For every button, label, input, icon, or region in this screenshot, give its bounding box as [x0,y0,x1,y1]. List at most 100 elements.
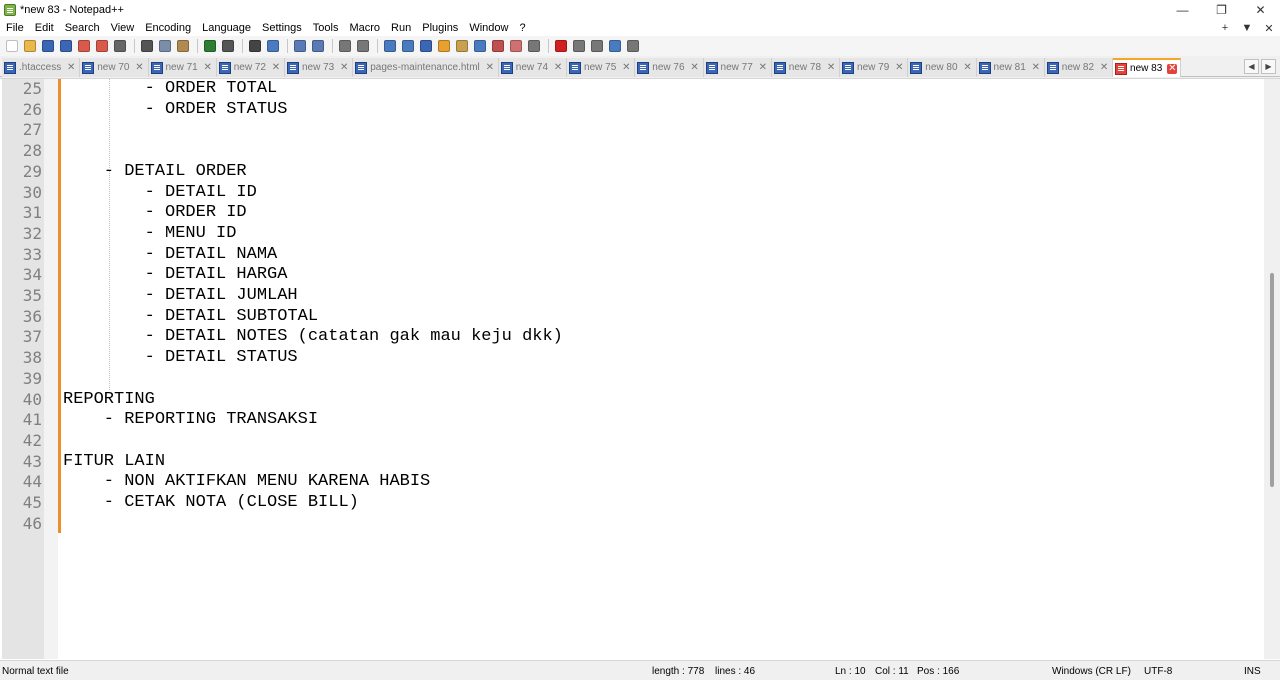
editor[interactable]: 25 - ORDER TOTAL 26 - ORDER STATUS 27 28 29 … [0,78,1280,660]
word-wrap-button[interactable] [382,38,398,54]
menu-file[interactable]: File [0,22,29,34]
indent-guide-button[interactable] [418,38,434,54]
editor-line[interactable]: 33 - DETAIL NAMA [23,245,1241,266]
editor-line[interactable]: 25 - ORDER TOTAL [23,79,1241,100]
tab-htaccess[interactable]: .htaccess ✕ [2,58,81,77]
tab-new-72[interactable]: new 72 ✕ [216,58,285,77]
tab-close-icon[interactable]: ✕ [135,62,145,73]
tab-close-icon[interactable]: ✕ [339,62,349,73]
tab-new-70[interactable]: new 70 ✕ [80,58,149,77]
tab-close-icon[interactable]: ✕ [826,62,836,73]
folder-workspace-button[interactable] [508,38,524,54]
tab-close-icon[interactable]: ✕ [1167,63,1178,74]
editor-line[interactable]: 34 - DETAIL HARGA [23,265,1241,286]
zoom-out-button[interactable] [310,38,326,54]
redo-button[interactable] [220,38,236,54]
editor-line[interactable]: 31 - ORDER ID [23,203,1241,224]
tab-new-77[interactable]: new 77 ✕ [703,58,772,77]
open-file-button[interactable] [22,38,38,54]
tab-new-71[interactable]: new 71 ✕ [148,58,217,77]
tab-new-81[interactable]: new 81 ✕ [976,58,1045,77]
tab-scroll-right-icon[interactable]: ▶ [1261,59,1276,74]
record-macro-button[interactable] [553,38,569,54]
find-button[interactable] [247,38,263,54]
menu-window[interactable]: Window [463,22,513,34]
tab-new-82[interactable]: new 82 ✕ [1044,58,1114,77]
editor-line[interactable]: 30 - DETAIL ID [23,183,1241,204]
menu-settings[interactable]: Settings [256,22,307,34]
tab-close-icon[interactable]: ✕ [485,62,495,73]
tab-new-73[interactable]: new 73 ✕ [285,58,354,77]
tab-close-icon[interactable]: ✕ [1031,62,1041,73]
editor-line[interactable]: 36 - DETAIL SUBTOTAL [23,307,1241,328]
editor-line[interactable]: 41 - REPORTING TRANSAKSI [23,410,1241,431]
menu-language[interactable]: Language [196,22,256,34]
function-list-button[interactable] [490,38,506,54]
menu-plugins[interactable]: Plugins [416,22,463,34]
close-button[interactable] [76,38,92,54]
editor-line[interactable]: 26 - ORDER STATUS [23,100,1241,121]
scrollbar-thumb[interactable] [1270,273,1274,487]
cut-button[interactable] [139,38,155,54]
menu-search[interactable]: Search [59,22,105,34]
print-button[interactable] [112,38,128,54]
play-macro-button[interactable] [589,38,605,54]
close-all-button[interactable] [94,38,110,54]
editor-line[interactable]: 29 - DETAIL ORDER [23,162,1241,183]
minimize-button[interactable]: — [1163,0,1202,20]
editor-line[interactable]: 44 - NON AKTIFKAN MENU KARENA HABIS [23,472,1241,493]
menu-tools[interactable]: Tools [307,22,344,34]
tab-new-76[interactable]: new 76 ✕ [635,58,704,77]
menu-macro[interactable]: Macro [343,22,385,34]
vertical-scrollbar[interactable] [1264,79,1280,659]
menu-run[interactable]: Run [385,22,416,34]
save-all-button[interactable] [58,38,74,54]
tab-close-icon[interactable]: ✕ [690,62,700,73]
menu-help[interactable]: ? [513,22,530,34]
tab-scroll-left-icon[interactable]: ◀ [1244,59,1259,74]
tab-new-83[interactable]: new 83 ✕ [1113,58,1182,77]
editor-line[interactable]: 40 REPORTING [23,390,1241,411]
editor-line[interactable]: 32 - MENU ID [23,224,1241,245]
replace-button[interactable] [265,38,281,54]
tab-close-icon[interactable]: ✕ [894,62,904,73]
tab-new-80[interactable]: new 80 ✕ [908,58,977,77]
monitoring-button[interactable] [526,38,542,54]
sync-horizontal-button[interactable] [355,38,371,54]
maximize-button[interactable]: ❐ [1202,0,1241,20]
tab-new-79[interactable]: new 79 ✕ [840,58,909,77]
editor-line[interactable]: 27 [23,120,1241,141]
save-button[interactable] [40,38,56,54]
close-window-button[interactable]: ✕ [1241,0,1280,20]
show-all-chars-button[interactable] [400,38,416,54]
tab-new-75[interactable]: new 75 ✕ [567,58,636,77]
tab-close-icon[interactable]: ✕ [553,62,563,73]
stop-macro-button[interactable] [571,38,587,54]
editor-line[interactable]: 38 - DETAIL STATUS [23,348,1241,369]
editor-line[interactable]: 46 [23,514,1241,535]
tab-close-icon[interactable]: ✕ [66,62,76,73]
tab-list-button[interactable]: ▼ [1236,22,1258,34]
save-macro-button[interactable] [625,38,641,54]
editor-line[interactable]: 28 [23,141,1241,162]
tab-close-icon[interactable]: ✕ [271,62,281,73]
tab-close-icon[interactable]: ✕ [203,62,213,73]
editor-line[interactable]: 45 - CETAK NOTA (CLOSE BILL) [23,493,1241,514]
tab-close-icon[interactable]: ✕ [1099,62,1109,73]
menu-view[interactable]: View [105,22,140,34]
editor-line[interactable]: 43 FITUR LAIN [23,452,1241,473]
new-tab-button[interactable]: + [1214,22,1236,34]
editor-line[interactable]: 37 - DETAIL NOTES (catatan gak mau keju … [23,327,1241,348]
tab-close-icon[interactable]: ✕ [963,62,973,73]
zoom-in-button[interactable] [292,38,308,54]
tab-pages-maintenance-html[interactable]: pages-maintenance.html ✕ [353,58,499,77]
menu-encoding[interactable]: Encoding [139,22,196,34]
tab-close-icon[interactable]: ✕ [758,62,768,73]
tab-new-78[interactable]: new 78 ✕ [771,58,841,77]
editor-line[interactable]: 35 - DETAIL JUMLAH [23,286,1241,307]
paste-button[interactable] [175,38,191,54]
tab-new-74[interactable]: new 74 ✕ [498,58,568,77]
sync-vertical-button[interactable] [337,38,353,54]
editor-line[interactable]: 42 [23,431,1241,452]
undo-button[interactable] [202,38,218,54]
